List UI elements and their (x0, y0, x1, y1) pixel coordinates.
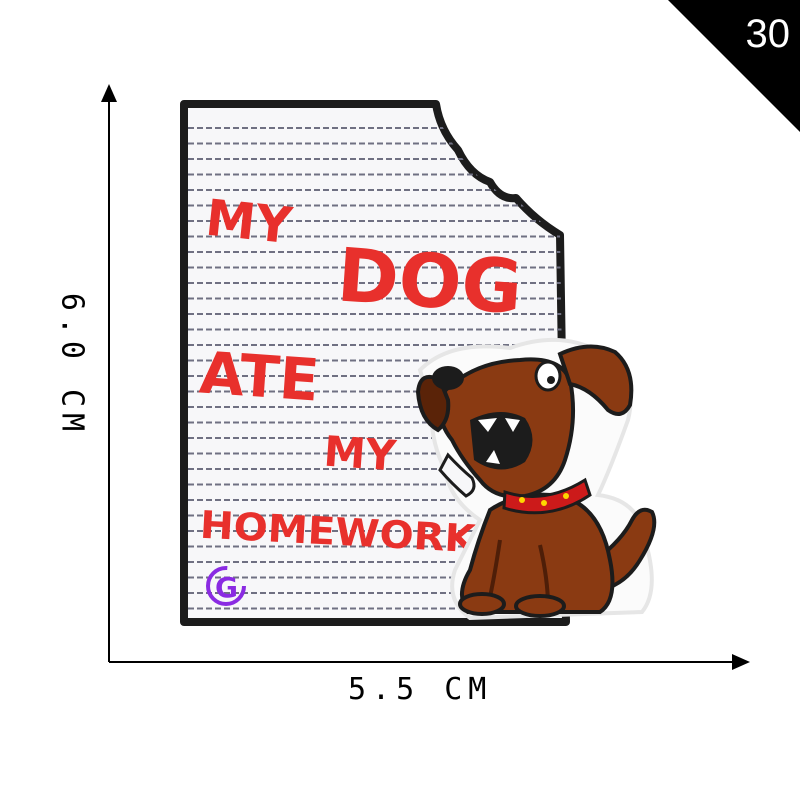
embroidered-patch: MY DOG ATE MY HOMEWORK G (180, 100, 657, 626)
patch-word-ate: ATE (197, 338, 321, 414)
dog-illustration (415, 338, 657, 621)
badge-number: 30 (745, 12, 791, 56)
height-dimension-label: 6.0 CM (54, 292, 90, 438)
svg-text:G: G (215, 571, 238, 604)
patch-word-dog: DOG (334, 232, 525, 331)
patch-word-my-2: MY (322, 427, 398, 481)
width-dimension-label: 5.5 CM (348, 672, 493, 707)
patch-word-my: MY (203, 189, 295, 256)
